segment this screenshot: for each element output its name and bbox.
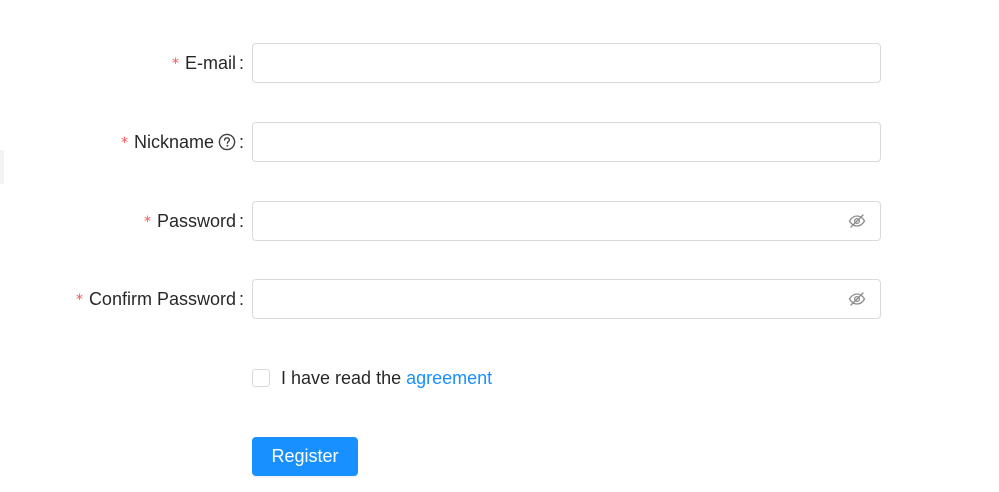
email-input-wrapper	[252, 43, 881, 83]
required-mark: *	[120, 135, 128, 151]
agreement-link[interactable]: agreement	[406, 368, 492, 389]
required-mark: *	[143, 214, 151, 230]
label-colon: :	[238, 53, 244, 73]
nickname-input-wrapper	[252, 122, 881, 162]
email-input[interactable]	[253, 44, 837, 82]
question-circle-icon[interactable]	[218, 133, 236, 151]
password-input[interactable]	[253, 202, 837, 240]
eye-invisible-icon[interactable]	[848, 290, 866, 308]
email-label-wrap: * E-mail :	[172, 43, 244, 83]
confirm-password-form-item: * Confirm Password :	[0, 279, 999, 319]
nickname-label-wrap: * Nickname :	[121, 122, 244, 162]
agreement-text: I have read the	[281, 367, 402, 388]
label-colon: :	[238, 289, 244, 309]
password-form-item: * Password :	[0, 201, 999, 241]
confirm-password-label: Confirm Password	[88, 289, 236, 309]
eye-invisible-icon[interactable]	[848, 212, 866, 230]
label-colon: :	[238, 132, 244, 152]
registration-page: * E-mail : * Nickname : * Password: * C…	[0, 0, 999, 492]
label-colon: :	[238, 211, 244, 231]
email-form-item: * E-mail :	[0, 43, 999, 83]
nickname-label: Nickname	[133, 132, 214, 152]
email-label: E-mail	[184, 53, 236, 73]
nickname-form-item: * Nickname :	[0, 122, 999, 162]
confirm-password-input[interactable]	[253, 280, 837, 318]
agreement-checkbox[interactable]	[252, 369, 270, 387]
required-mark: *	[171, 56, 179, 72]
password-input-wrapper	[252, 201, 881, 241]
password-label: Password	[156, 211, 236, 231]
confirm-password-input-wrapper	[252, 279, 881, 319]
confirm-password-label-wrap: * Confirm Password :	[76, 279, 244, 319]
required-mark: *	[75, 292, 83, 308]
nickname-input[interactable]	[253, 123, 837, 161]
agreement-row: I have read the agreement	[252, 367, 492, 389]
password-label-wrap: * Password :	[144, 201, 244, 241]
register-button[interactable]: Register	[252, 437, 358, 476]
